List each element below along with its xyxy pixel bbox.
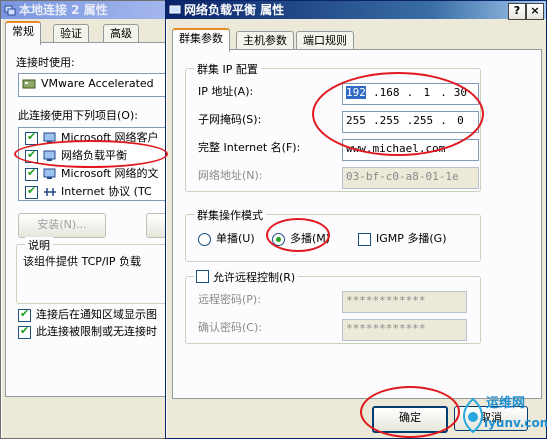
notify-option[interactable]: 连接后在通知区域显示图 xyxy=(18,307,178,324)
confirm-password-field: ************ xyxy=(342,319,467,341)
ip-octet-2[interactable]: 168 xyxy=(380,84,407,102)
list-item[interactable]: Microsoft 网络客户 xyxy=(19,130,176,146)
confirm-password-label: 确认密码(C): xyxy=(198,321,262,334)
tab-authentication[interactable]: 验证 xyxy=(53,24,89,43)
ip-octet-4[interactable]: 30 xyxy=(447,84,474,102)
description-text: 该组件提供 TCP/IP 负载 xyxy=(23,255,141,268)
description-group: 说明 该组件提供 TCP/IP 负载 xyxy=(16,237,186,304)
ok-button[interactable]: 确定 xyxy=(372,406,448,433)
remote-control-group: 允许远程控制(R) 远程密码(P): ************ 确认密码(C):… xyxy=(185,269,481,344)
network-address-field: 03-bf-c0-a8-01-1e xyxy=(342,167,479,189)
back-window-title: 本地连接 2 属性 xyxy=(19,3,108,17)
subnet-mask-field[interactable]: 255.255.255. 0 xyxy=(342,111,479,133)
unicast-radio[interactable] xyxy=(198,233,211,246)
tab-cluster-parameters[interactable]: 群集参数 xyxy=(172,28,230,52)
help-icon: ? xyxy=(513,4,521,17)
network-connection-icon xyxy=(4,5,16,16)
service-icon xyxy=(43,150,56,161)
help-button[interactable]: ? xyxy=(508,3,526,20)
tab-advanced[interactable]: 高级 xyxy=(103,24,139,43)
watermark-url: iyunv.com xyxy=(484,416,547,430)
protocol-icon xyxy=(44,188,56,196)
unicast-label[interactable]: 单播(U) xyxy=(216,232,255,246)
item-checkbox[interactable] xyxy=(25,184,38,199)
front-tabstrip: 群集参数 主机参数 端口规则 xyxy=(172,28,542,52)
ip-address-field[interactable]: 192.168. 1. 30 xyxy=(342,83,479,105)
notify-checkbox[interactable] xyxy=(18,307,31,322)
multicast-label[interactable]: 多播(M) xyxy=(290,232,330,246)
close-icon: × xyxy=(530,4,540,17)
watermark-brand: 运维网 xyxy=(486,396,526,411)
tab-general[interactable]: 常规 xyxy=(5,21,41,45)
items-label: 此连接使用下列项目(O): xyxy=(18,109,138,122)
file-sharing-icon xyxy=(43,168,56,179)
full-internet-name-field[interactable]: www.michael.com xyxy=(342,139,479,161)
back-window: 本地连接 2 属性 常规 验证 高级 连接时使用: VMware Acceler… xyxy=(0,0,201,439)
front-window-titlebar[interactable]: 网络负载平衡 属性 xyxy=(166,1,546,19)
operation-mode-group: 群集操作模式 单播(U) 多播(M) IGMP 多播(G) xyxy=(185,207,481,262)
description-title: 说明 xyxy=(25,237,53,253)
list-item[interactable]: Internet 协议 (TC xyxy=(19,184,176,200)
cluster-ip-group: 群集 IP 配置 IP 地址(A): 192.168. 1. 30 子网掩码(S):… xyxy=(185,61,481,192)
watermark: 运维网 iyunv.com xyxy=(458,394,547,438)
remote-control-legend[interactable]: 允许远程控制(R) xyxy=(194,269,299,285)
limited-option[interactable]: 此连接被限制或无连接时 xyxy=(18,324,178,341)
mask-octet-3[interactable]: 255 xyxy=(413,112,440,130)
front-window-title: 网络负载平衡 属性 xyxy=(184,3,285,17)
multicast-radio[interactable] xyxy=(272,233,285,246)
mask-octet-4[interactable]: 0 xyxy=(447,112,474,130)
items-list: Microsoft 网络客户 网络负载平衡 Microsoft 网络的文 Int… xyxy=(18,127,177,201)
back-general-panel: 连接时使用: VMware Accelerated 此连接使用下列项目(O): … xyxy=(5,42,201,397)
remote-control-checkbox[interactable] xyxy=(196,270,209,283)
network-address-label: 网络地址(N): xyxy=(198,169,263,182)
ip-octet-3[interactable]: 1 xyxy=(413,84,440,102)
igmp-multicast-label[interactable]: IGMP 多播(G) xyxy=(376,232,447,246)
item-checkbox[interactable] xyxy=(25,148,38,163)
mask-octet-2[interactable]: 255 xyxy=(380,112,407,130)
network-adapter-icon xyxy=(22,79,36,89)
close-button[interactable]: × xyxy=(526,3,544,20)
connect-using-label: 连接时使用: xyxy=(16,56,75,69)
back-tabstrip: 常规 验证 高级 xyxy=(5,21,175,45)
list-item[interactable]: 网络负载平衡 xyxy=(19,148,176,164)
client-icon xyxy=(43,132,56,143)
cluster-ip-group-title: 群集 IP 配置 xyxy=(194,61,261,77)
cluster-panel: 群集 IP 配置 IP 地址(A): 192.168. 1. 30 子网掩码(S):… xyxy=(172,49,542,399)
remote-password-field: ************ xyxy=(342,291,467,313)
mask-octet-1[interactable]: 255 xyxy=(346,112,373,130)
ip-label: IP 地址(A): xyxy=(198,85,254,98)
igmp-multicast-checkbox[interactable] xyxy=(358,233,371,246)
nlb-icon xyxy=(169,5,181,14)
item-checkbox[interactable] xyxy=(25,130,38,145)
remote-password-label: 远程密码(P): xyxy=(198,293,261,306)
mask-label: 子网掩码(S): xyxy=(198,113,262,126)
ip-octet-1[interactable]: 192 xyxy=(346,86,366,99)
install-button[interactable]: 安装(N)... xyxy=(18,213,106,238)
limited-checkbox[interactable] xyxy=(18,324,31,339)
list-item[interactable]: Microsoft 网络的文 xyxy=(19,166,176,182)
back-window-titlebar[interactable]: 本地连接 2 属性 xyxy=(1,1,176,19)
tab-host-parameters[interactable]: 主机参数 xyxy=(236,31,294,50)
front-window: 网络负载平衡 属性 ? × 群集参数 主机参数 端口规则 群集 IP 配置 IP… xyxy=(165,0,547,439)
fqdn-label: 完整 Internet 名(F): xyxy=(198,141,301,154)
item-checkbox[interactable] xyxy=(25,166,38,181)
operation-mode-title: 群集操作模式 xyxy=(194,207,266,223)
tab-port-rules[interactable]: 端口规则 xyxy=(296,31,354,50)
